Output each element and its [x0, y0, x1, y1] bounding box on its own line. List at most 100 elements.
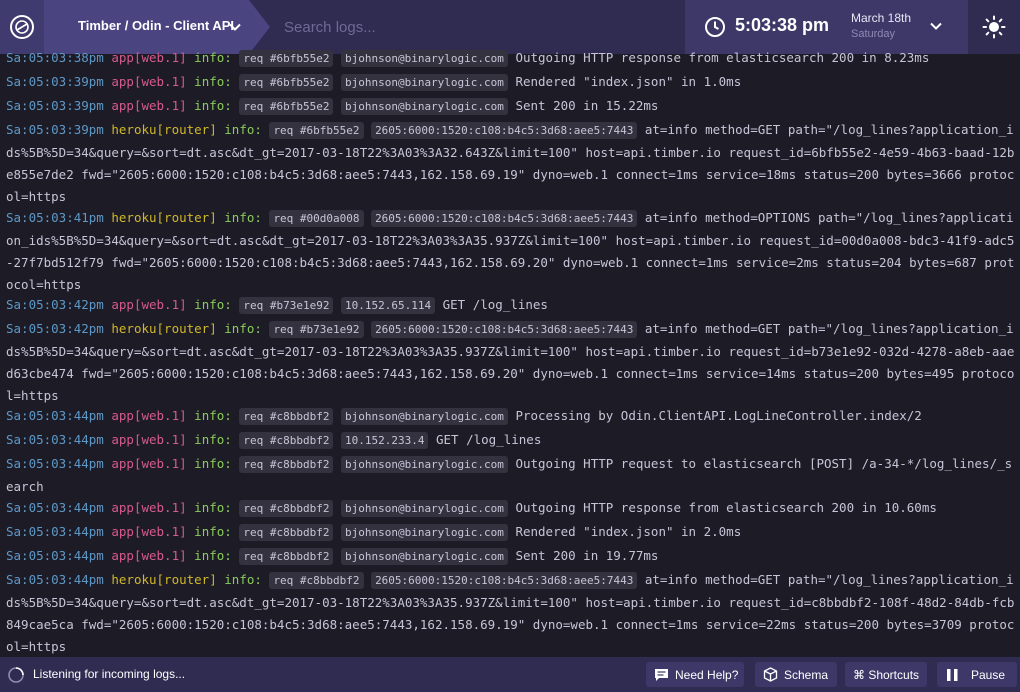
log-level: info: — [194, 500, 232, 515]
context-tag[interactable]: 2605:6000:1520:c108:b4c5:3d68:aee5:7443 — [371, 321, 638, 338]
log-level: info: — [194, 456, 232, 471]
context-tag[interactable]: bjohnson@binarylogic.com — [340, 456, 508, 473]
log-line[interactable]: Sa:05:03:39pm heroku[router] info: req #… — [6, 119, 1018, 208]
request-id-tag[interactable]: req #6bfb55e2 — [239, 98, 334, 115]
context-tag[interactable]: bjohnson@binarylogic.com — [340, 548, 508, 565]
log-source[interactable]: heroku[router] — [111, 321, 216, 336]
log-source[interactable]: app[web.1] — [111, 74, 186, 89]
current-time: 5:03:38 pm — [735, 15, 830, 35]
request-id-tag[interactable]: req #b73e1e92 — [269, 321, 364, 338]
log-source[interactable]: app[web.1] — [111, 524, 186, 539]
log-timestamp: Sa:05:03:39pm — [6, 98, 104, 113]
context-tag[interactable]: 2605:6000:1520:c108:b4c5:3d68:aee5:7443 — [371, 122, 638, 139]
breadcrumb: Timber / Odin - Client API — [78, 18, 235, 33]
request-id-tag[interactable]: req #c8bbdbf2 — [239, 500, 334, 517]
need-help-button[interactable]: Need Help? — [646, 662, 744, 687]
log-stream[interactable]: Sa:05:03:38pm app[web.1] info: req #6bfb… — [0, 47, 1020, 657]
log-level: info: — [224, 572, 262, 587]
log-source[interactable]: app[web.1] — [111, 98, 186, 113]
search-input[interactable] — [270, 0, 685, 54]
shortcuts-button[interactable]: ⌘ Shortcuts — [845, 662, 927, 687]
log-line[interactable]: Sa:05:03:44pm app[web.1] info: req #c8bb… — [6, 405, 1018, 428]
log-timestamp: Sa:05:03:44pm — [6, 408, 104, 423]
log-line[interactable]: Sa:05:03:44pm app[web.1] info: req #c8bb… — [6, 521, 1018, 544]
log-source[interactable]: app[web.1] — [111, 548, 186, 563]
context-tag[interactable]: 10.152.65.114 — [340, 297, 436, 314]
schema-button[interactable]: Schema — [755, 662, 837, 687]
log-line[interactable]: Sa:05:03:44pm app[web.1] info: req #c8bb… — [6, 545, 1018, 568]
request-id-tag[interactable]: req #c8bbdbf2 — [239, 456, 334, 473]
status-text: Listening for incoming logs... — [33, 667, 186, 681]
log-line[interactable]: Sa:05:03:44pm app[web.1] info: req #c8bb… — [6, 497, 1018, 520]
log-source[interactable]: app[web.1] — [111, 50, 186, 65]
request-id-tag[interactable]: req #c8bbdbf2 — [239, 408, 334, 425]
breadcrumb-app-selector[interactable]: Timber / Odin - Client API — [44, 0, 270, 54]
log-level: info: — [194, 50, 232, 65]
clock-icon — [705, 17, 725, 37]
request-id-tag[interactable]: req #6bfb55e2 — [239, 74, 334, 91]
shortcuts-label: ⌘ Shortcuts — [853, 667, 920, 682]
request-id-tag[interactable]: req #00d0a008 — [269, 210, 364, 227]
log-level: info: — [194, 548, 232, 563]
log-line[interactable]: Sa:05:03:44pm heroku[router] info: req #… — [6, 569, 1018, 657]
log-line[interactable]: Sa:05:03:38pm app[web.1] info: req #6bfb… — [6, 47, 1018, 70]
request-id-tag[interactable]: req #6bfb55e2 — [239, 50, 334, 67]
log-line[interactable]: Sa:05:03:39pm app[web.1] info: req #6bfb… — [6, 95, 1018, 118]
context-tag[interactable]: bjohnson@binarylogic.com — [340, 74, 508, 91]
context-tag[interactable]: bjohnson@binarylogic.com — [340, 500, 508, 517]
request-id-tag[interactable]: req #c8bbdbf2 — [239, 524, 334, 541]
log-line[interactable]: Sa:05:03:39pm app[web.1] info: req #6bfb… — [6, 71, 1018, 94]
context-tag[interactable]: 2605:6000:1520:c108:b4c5:3d68:aee5:7443 — [371, 572, 638, 589]
context-tag[interactable]: bjohnson@binarylogic.com — [340, 98, 508, 115]
pause-label: Pause — [971, 667, 1006, 682]
top-bar: Timber / Odin - Client API 5:03:38 pm Ma… — [0, 0, 1020, 54]
chevron-down-icon — [930, 22, 942, 30]
log-timestamp: Sa:05:03:42pm — [6, 297, 104, 312]
log-line[interactable]: Sa:05:03:44pm app[web.1] info: req #c8bb… — [6, 429, 1018, 452]
log-timestamp: Sa:05:03:44pm — [6, 572, 104, 587]
log-source[interactable]: app[web.1] — [111, 456, 186, 471]
pause-button[interactable]: Pause — [937, 662, 1017, 687]
context-tag[interactable]: 2605:6000:1520:c108:b4c5:3d68:aee5:7443 — [371, 210, 638, 227]
log-timestamp: Sa:05:03:44pm — [6, 456, 104, 471]
log-source[interactable]: heroku[router] — [111, 210, 216, 225]
sun-icon — [982, 15, 1006, 39]
request-id-tag[interactable]: req #6bfb55e2 — [269, 122, 364, 139]
log-timestamp: Sa:05:03:41pm — [6, 210, 104, 225]
context-tag[interactable]: 10.152.233.4 — [340, 432, 429, 449]
time-selector[interactable]: 5:03:38 pm March 18th Saturday — [685, 0, 968, 54]
log-message: Outgoing HTTP response from elasticsearc… — [515, 50, 930, 65]
log-line[interactable]: Sa:05:03:42pm app[web.1] info: req #b73e… — [6, 294, 1018, 317]
current-day: Saturday — [851, 28, 896, 40]
schema-label: Schema — [784, 667, 829, 682]
log-source[interactable]: app[web.1] — [111, 408, 186, 423]
log-message: Outgoing HTTP response from elasticsearc… — [515, 500, 937, 515]
theme-toggle-button[interactable] — [968, 0, 1020, 54]
log-timestamp: Sa:05:03:44pm — [6, 548, 104, 563]
logo-button[interactable] — [0, 0, 44, 54]
request-id-tag[interactable]: req #b73e1e92 — [239, 297, 334, 314]
log-message: Rendered "index.json" in 1.0ms — [515, 74, 742, 89]
context-tag[interactable]: bjohnson@binarylogic.com — [340, 408, 508, 425]
context-tag[interactable]: bjohnson@binarylogic.com — [340, 50, 508, 67]
log-timestamp: Sa:05:03:38pm — [6, 50, 104, 65]
log-message: Processing by Odin.ClientAPI.LogLineCont… — [515, 408, 922, 423]
log-source[interactable]: heroku[router] — [111, 122, 216, 137]
log-source[interactable]: heroku[router] — [111, 572, 216, 587]
log-timestamp: Sa:05:03:42pm — [6, 321, 104, 336]
request-id-tag[interactable]: req #c8bbdbf2 — [269, 572, 364, 589]
log-line[interactable]: Sa:05:03:42pm heroku[router] info: req #… — [6, 318, 1018, 407]
need-help-label: Need Help? — [675, 667, 739, 682]
log-source[interactable]: app[web.1] — [111, 500, 186, 515]
log-line[interactable]: Sa:05:03:44pm app[web.1] info: req #c8bb… — [6, 453, 1018, 498]
log-level: info: — [194, 297, 232, 312]
log-line[interactable]: Sa:05:03:41pm heroku[router] info: req #… — [6, 207, 1018, 296]
current-date: March 18th — [851, 11, 912, 25]
request-id-tag[interactable]: req #c8bbdbf2 — [239, 432, 334, 449]
context-tag[interactable]: bjohnson@binarylogic.com — [340, 524, 508, 541]
log-source[interactable]: app[web.1] — [111, 432, 186, 447]
log-source[interactable]: app[web.1] — [111, 297, 186, 312]
log-message: Rendered "index.json" in 2.0ms — [515, 524, 742, 539]
chevron-down-icon — [229, 23, 241, 31]
request-id-tag[interactable]: req #c8bbdbf2 — [239, 548, 334, 565]
